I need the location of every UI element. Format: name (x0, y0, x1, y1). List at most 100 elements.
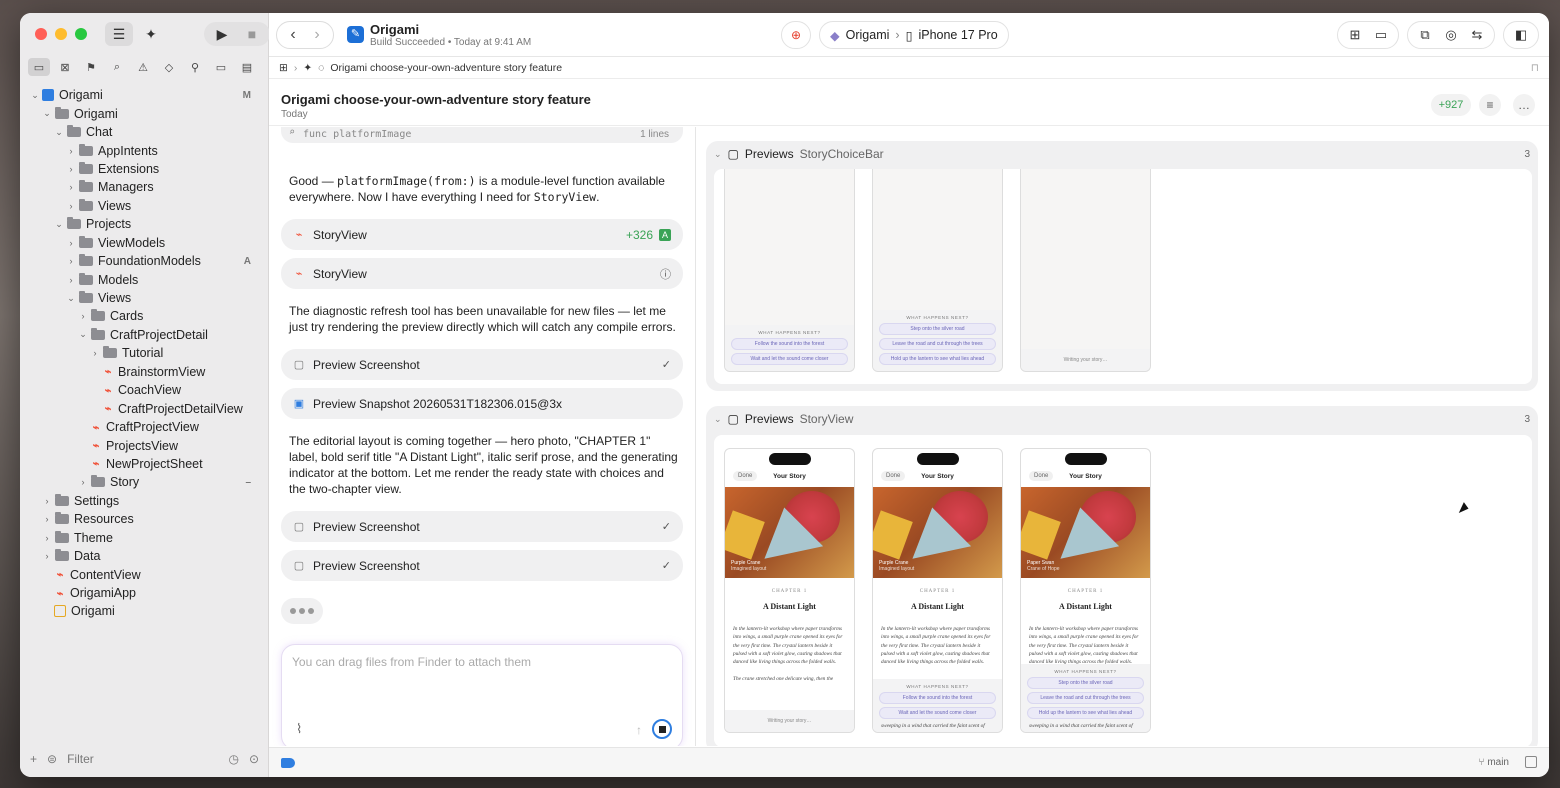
chevron-down-icon[interactable]: ⌄ (30, 90, 40, 101)
tree-item[interactable]: ⌁ BrainstormView (20, 363, 269, 381)
chat-composer[interactable]: You can drag files from Finder to attach… (281, 644, 683, 746)
tree-item[interactable]: › Settings (20, 492, 269, 510)
back-icon[interactable]: ‹ (281, 26, 305, 44)
tree-item[interactable]: › ViewModels (20, 234, 269, 252)
library-icon[interactable]: ⊞ (1342, 27, 1368, 43)
lock-icon[interactable]: ⊓ (1531, 62, 1539, 74)
preview-device[interactable]: Writing your story… (1020, 169, 1151, 372)
tree-item[interactable]: Origami (20, 602, 269, 620)
tree-item[interactable]: ⌁ NewProjectSheet (20, 455, 269, 473)
grid-icon[interactable]: ⊞ (279, 62, 288, 74)
tree-item[interactable]: › Data (20, 547, 269, 565)
breakpoint-icon[interactable]: ▭ (210, 58, 232, 76)
choice-button[interactable]: Hold up the lantern to see what lies ahe… (1027, 706, 1144, 719)
choice-button[interactable]: Wait and let the sound come closer (879, 706, 996, 719)
preview-screenshot-card[interactable]: ▢ Preview Screenshot ✓ (281, 349, 683, 380)
swap-icon[interactable]: ⇆ (1464, 27, 1490, 43)
chevron-right-icon[interactable]: › (90, 348, 100, 358)
tree-item[interactable]: ⌁ ContentView (20, 565, 269, 583)
tree-item[interactable]: › Story – (20, 473, 269, 491)
tree-item[interactable]: ⌁ OrigamiApp (20, 584, 269, 602)
tree-item[interactable]: ⌁ ProjectsView (20, 436, 269, 454)
chevron-down-icon[interactable]: ⌄ (54, 219, 64, 230)
chat-issue-icon[interactable]: ⊕ (781, 21, 811, 49)
preview-device[interactable]: WHAT HAPPENS NEXT? Follow the sound into… (724, 169, 855, 372)
tree-item[interactable]: ⌁ CraftProjectView (20, 418, 269, 436)
preview-screenshot-card[interactable]: ▢ Preview Screenshot ✓ (281, 550, 683, 581)
zoom-button[interactable] (75, 28, 87, 40)
tree-item[interactable]: ⌄ Chat (20, 123, 269, 141)
recent-icon[interactable]: ◷ (228, 752, 238, 766)
search-icon[interactable]: ⌕ (106, 58, 128, 76)
choice-button[interactable]: Step onto the silver road (879, 323, 996, 335)
filter-input[interactable]: Filter (67, 752, 94, 766)
tree-item[interactable]: › AppIntents (20, 141, 269, 159)
overlay-icon[interactable]: ◎ (1438, 27, 1464, 43)
minimize-button[interactable] (55, 28, 67, 40)
preview-screenshot-card[interactable]: ▢ Preview Screenshot ✓ (281, 511, 683, 542)
branch-label[interactable]: ⑂ main (1479, 757, 1509, 768)
tree-item[interactable]: › Extensions (20, 160, 269, 178)
preview-device[interactable]: Done Your Story Paper Swan Crane of Hope … (1020, 448, 1151, 733)
composer-input[interactable]: You can drag files from Finder to attach… (292, 655, 531, 669)
chevron-right-icon[interactable]: › (66, 182, 76, 192)
choice-button[interactable]: Follow the sound into the forest (731, 338, 848, 350)
chevron-right-icon[interactable]: › (78, 477, 88, 487)
jumpbar-path[interactable]: Origami choose-your-own-adventure story … (330, 62, 562, 74)
choice-button[interactable]: Leave the road and cut through the trees (879, 338, 996, 350)
more-icon[interactable]: … (1513, 94, 1535, 116)
tree-item[interactable]: › Tutorial (20, 344, 269, 362)
send-arrow-icon[interactable]: ↑ (636, 723, 642, 737)
chevron-down-icon[interactable]: ⌄ (66, 293, 76, 304)
chevron-right-icon[interactable]: › (78, 311, 88, 321)
choice-button[interactable]: Step onto the silver road (1027, 676, 1144, 689)
tabs-icon[interactable]: ⧉ (1412, 27, 1438, 43)
tree-item[interactable]: ⌄ Origami M (20, 86, 269, 104)
choice-button[interactable]: Wait and let the sound come closer (731, 353, 848, 365)
tree-item[interactable]: ⌄ CraftProjectDetail (20, 326, 269, 344)
preview-device[interactable]: Done Your Story Purple Crane Imagined lay… (872, 448, 1003, 733)
tree-item[interactable]: ⌁ CraftProjectDetailView (20, 399, 269, 417)
search-result-chip[interactable]: ⌕ func platformImage 1 lines (281, 127, 683, 143)
panel-toggle-icon[interactable] (1525, 756, 1537, 768)
chevron-right-icon[interactable]: › (66, 201, 76, 211)
tree-item[interactable]: › Views (20, 197, 269, 215)
choice-button[interactable]: Hold up the lantern to see what lies ahe… (879, 353, 996, 365)
preview-device[interactable]: WHAT HAPPENS NEXT? Step onto the silver … (872, 169, 1003, 372)
file-diagnostics-card[interactable]: ⌁ StoryView ⓘ (281, 258, 683, 289)
tree-item[interactable]: › Resources (20, 510, 269, 528)
preview-device[interactable]: Done Your Story Purple Crane Imagined lay… (724, 448, 855, 733)
chevron-right-icon[interactable]: › (66, 146, 76, 156)
stop-icon[interactable]: ■ (238, 22, 266, 46)
add-icon[interactable]: + (30, 752, 37, 766)
preview-group-header[interactable]: ⌄ ▢ Previews StoryChoiceBar (714, 147, 884, 161)
list-icon[interactable]: ☰ (105, 22, 133, 46)
preview-snapshot-card[interactable]: ▣ Preview Snapshot 20260531T182306.015@3… (281, 388, 683, 419)
chevron-right-icon[interactable]: › (66, 238, 76, 248)
run-icon[interactable]: ▶ (208, 22, 236, 46)
paperclip-icon[interactable]: ⌇ (296, 721, 302, 737)
tree-item[interactable]: ⌄ Projects (20, 215, 269, 233)
file-change-card[interactable]: ⌁ StoryView +326 A (281, 219, 683, 250)
forward-icon[interactable]: › (305, 26, 329, 44)
chevron-right-icon[interactable]: › (66, 275, 76, 285)
choice-button[interactable]: Follow the sound into the forest (879, 691, 996, 704)
folder-icon[interactable]: ▭ (28, 58, 50, 76)
chevron-right-icon[interactable]: › (42, 514, 52, 524)
source-control-icon[interactable]: ⊠ (54, 58, 76, 76)
warning-icon[interactable]: ⚠ (132, 58, 154, 76)
tree-item[interactable]: › Models (20, 270, 269, 288)
filter-icon[interactable]: ⊜ (47, 752, 57, 766)
close-button[interactable] (35, 28, 47, 40)
chevron-right-icon[interactable]: › (42, 533, 52, 543)
tree-item[interactable]: ⌄ Origami (20, 104, 269, 122)
tree-item[interactable]: › FoundationModels A (20, 252, 269, 270)
tree-item[interactable]: › Theme (20, 529, 269, 547)
tree-item[interactable]: ⌄ Views (20, 289, 269, 307)
chevron-down-icon[interactable]: ⌄ (54, 127, 64, 138)
test-icon[interactable]: ◇ (158, 58, 180, 76)
debug-icon[interactable]: ⚲ (184, 58, 206, 76)
tree-item[interactable]: › Managers (20, 178, 269, 196)
sparkle-icon[interactable]: ✦ (137, 22, 165, 46)
chevron-right-icon[interactable]: › (42, 551, 52, 561)
